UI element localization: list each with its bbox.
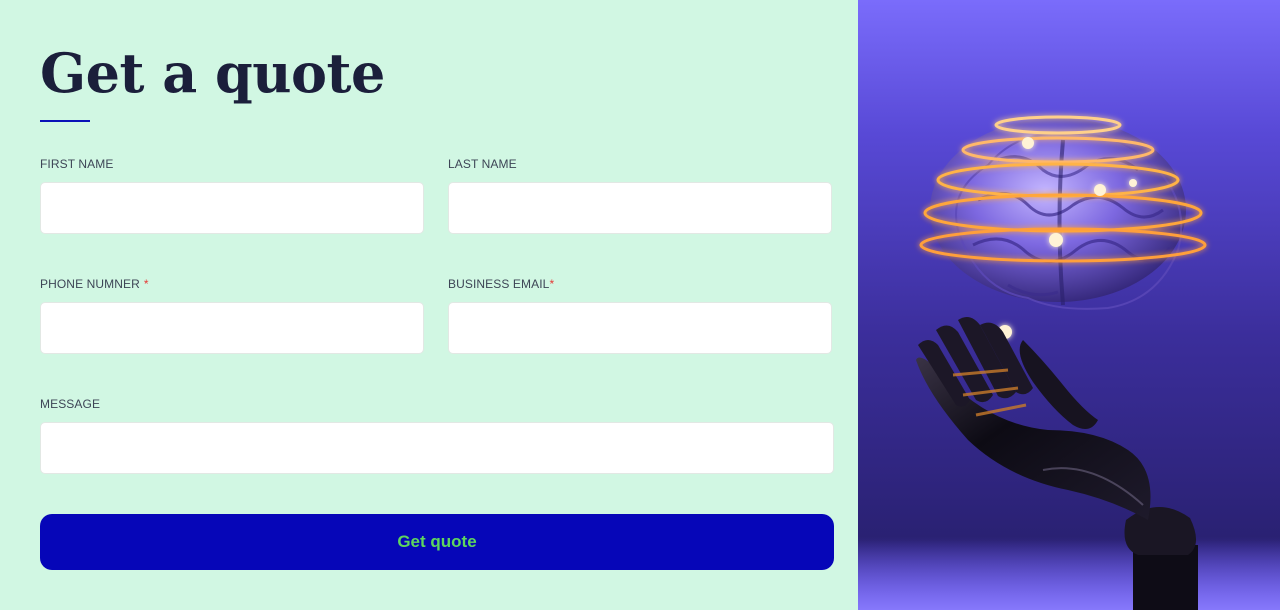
phone-input[interactable] <box>40 302 424 354</box>
phone-label-text: PHONE NUMNER <box>40 277 140 291</box>
email-label-text: BUSINESS EMAIL <box>448 277 550 291</box>
message-input[interactable] <box>40 422 834 474</box>
robot-hand-brain-illustration <box>858 115 1280 610</box>
first-name-label: FIRST NAME <box>40 157 113 171</box>
message-label: MESSAGE <box>40 397 100 411</box>
last-name-input[interactable] <box>448 182 832 234</box>
email-input[interactable] <box>448 302 832 354</box>
phone-label: PHONE NUMNER * <box>40 277 149 291</box>
last-name-label: LAST NAME <box>448 157 517 171</box>
required-asterisk: * <box>143 277 149 291</box>
page-title: Get a quote <box>40 41 385 105</box>
title-underline <box>40 120 90 122</box>
floor-glow <box>858 540 1280 610</box>
last-name-label-text: LAST NAME <box>448 157 517 171</box>
required-asterisk: * <box>549 277 555 291</box>
email-label: BUSINESS EMAIL* <box>448 277 554 291</box>
get-quote-button[interactable]: Get quote <box>40 514 834 570</box>
quote-form-panel: Get a quote FIRST NAME LAST NAME PHONE N… <box>0 0 858 610</box>
hero-image <box>858 0 1280 610</box>
message-label-text: MESSAGE <box>40 397 101 411</box>
first-name-input[interactable] <box>40 182 424 234</box>
first-name-label-text: FIRST NAME <box>40 157 114 171</box>
